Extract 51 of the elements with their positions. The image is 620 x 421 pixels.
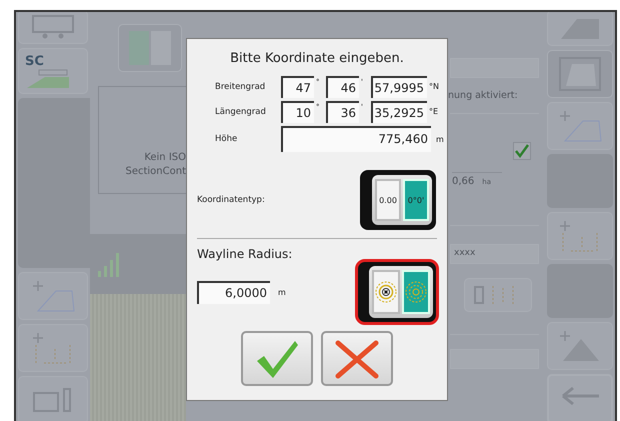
status-label: nung aktiviert:: [448, 90, 519, 101]
toggle-option[interactable]: [372, 270, 400, 314]
minutes-field[interactable]: 36: [326, 100, 359, 122]
tile-button[interactable]: [118, 24, 182, 72]
radius-field[interactable]: 6,0000: [197, 280, 270, 304]
seconds-field[interactable]: 35,2925: [371, 100, 427, 122]
target-cross-icon: [375, 281, 397, 303]
field-label: Breitengrad: [214, 82, 266, 92]
unit-label: °N: [429, 82, 439, 91]
toggle-option[interactable]: 0.00: [375, 179, 401, 221]
toggle-option[interactable]: 0°0': [403, 179, 429, 221]
target-icon: [405, 281, 427, 303]
checkbox[interactable]: [513, 142, 531, 160]
toggle-switch[interactable]: 0.00 0°0': [360, 170, 436, 230]
unit-label: m: [436, 134, 444, 144]
tile-button[interactable]: [18, 272, 88, 320]
tile-button[interactable]: [464, 278, 532, 312]
tile-button[interactable]: [547, 50, 613, 98]
tile-button[interactable]: [547, 322, 613, 370]
tile-button[interactable]: [18, 324, 88, 372]
field-map-icon: [556, 56, 604, 92]
field-label: Koordinatentyp:: [197, 195, 265, 205]
degrees-field[interactable]: 47: [281, 76, 314, 98]
confirm-button[interactable]: [241, 331, 313, 386]
degrees-field[interactable]: 10: [281, 100, 314, 122]
checkmark-icon: [254, 338, 300, 378]
check-icon: [514, 143, 530, 159]
seconds-field[interactable]: 57,9995: [371, 76, 427, 98]
notice-text: SectionCont: [125, 165, 186, 179]
cross-icon: [334, 338, 380, 378]
tile-button[interactable]: [547, 374, 613, 421]
tile-label: SC: [25, 54, 44, 68]
toggle-switch[interactable]: [357, 261, 437, 323]
notice-text: Kein ISO: [144, 151, 186, 165]
dialog-title: Bitte Koordinate eingeben.: [229, 51, 405, 66]
cancel-button[interactable]: [321, 331, 393, 386]
tile-button[interactable]: [18, 12, 88, 44]
unit-label: m: [278, 288, 286, 296]
section-title: Wayline Radius:: [197, 247, 294, 261]
field-label: Höhe: [214, 134, 238, 144]
tile-button[interactable]: [18, 376, 88, 421]
field-label: Längengrad: [214, 106, 267, 116]
area-value: 0,66: [452, 176, 474, 187]
minutes-field[interactable]: 46: [326, 76, 359, 98]
tile-button[interactable]: [547, 102, 613, 150]
tile-button[interactable]: [547, 212, 613, 260]
trailer-icon: [31, 14, 75, 40]
altitude-field[interactable]: 775,460: [281, 126, 431, 152]
sprayer-field-icon: [25, 68, 71, 88]
tile-button[interactable]: [547, 12, 613, 46]
unit-label: °E: [429, 107, 438, 116]
